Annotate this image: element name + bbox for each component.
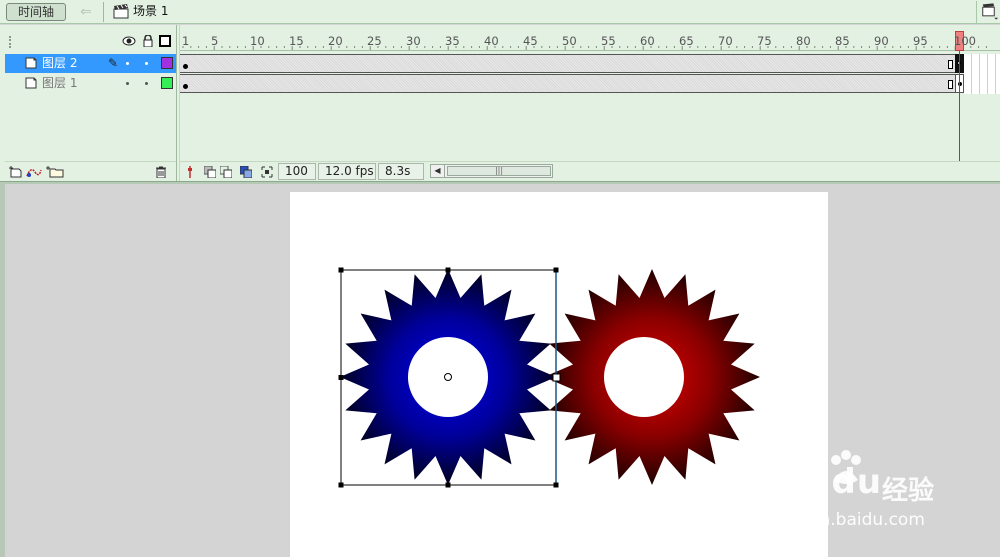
insert-layer-icon[interactable] — [9, 166, 23, 178]
layer-row-1[interactable]: 图层 1 — [5, 74, 176, 93]
timeline-toggle-button[interactable]: 时间轴 — [6, 3, 66, 21]
frame-rate-field[interactable]: 12.0 fps — [318, 163, 376, 180]
add-motion-guide-icon[interactable] — [26, 166, 42, 178]
layer-header — [5, 29, 176, 51]
frame-row-layer-1[interactable] — [180, 74, 955, 93]
layer-panel: 图层 2 ✎ 图层 1 — [5, 25, 176, 183]
watermark-suffix: 经验 — [882, 476, 935, 506]
lock-dot[interactable] — [145, 82, 148, 85]
left-arrow-icon[interactable]: ⇐ — [76, 3, 96, 21]
current-frame-field[interactable]: 100 — [278, 163, 316, 180]
delete-layer-icon[interactable] — [155, 166, 167, 178]
ruler-ticks — [182, 46, 987, 50]
eye-icon[interactable] — [122, 35, 136, 47]
layer-color-swatch[interactable] — [161, 57, 173, 69]
layer-icon — [25, 77, 37, 89]
center-frame-icon[interactable] — [184, 166, 196, 178]
insert-folder-icon[interactable] — [46, 166, 64, 178]
timeline-status-bar: 100 12.0 fps 8.3s ◀ ||| — [180, 161, 1000, 181]
layer-footer — [5, 161, 176, 181]
layer-name: 图层 2 — [42, 56, 78, 70]
keyframe-start[interactable] — [183, 64, 188, 69]
baidu-watermark: Baidu 经验 jingyan.baidu.com — [760, 450, 960, 540]
lock-dot[interactable] — [145, 62, 148, 65]
red-gear-hole — [604, 337, 684, 417]
outline-icon[interactable] — [159, 35, 171, 47]
transform-point-icon[interactable] — [444, 373, 452, 381]
resize-handle[interactable] — [553, 267, 559, 273]
resize-handle[interactable] — [445, 267, 451, 273]
scene-label[interactable]: 场景 1 — [133, 4, 168, 19]
grip-handle[interactable] — [9, 36, 13, 48]
elapsed-time-field: 8.3s — [378, 163, 424, 180]
lock-icon[interactable] — [142, 35, 154, 47]
frame-end-marker — [948, 80, 953, 89]
onion-skin-icon[interactable] — [204, 166, 216, 178]
keyframe-start[interactable] — [183, 84, 188, 89]
resize-handle[interactable] — [553, 482, 559, 488]
frame-ruler[interactable]: 1 5 10 15 20 25 30 35 40 45 50 55 60 65 … — [180, 29, 1000, 51]
timeline-toolbar: 时间轴 ⇐ 场景 1 — [0, 0, 1000, 24]
frame-area[interactable]: 1 5 10 15 20 25 30 35 40 45 50 55 60 65 … — [180, 25, 1000, 183]
playhead-line — [959, 51, 960, 161]
layer-color-swatch[interactable] — [161, 77, 173, 89]
scene-menu-icon[interactable] — [976, 1, 1000, 23]
resize-handle[interactable] — [338, 482, 344, 488]
edit-multiple-frames-icon[interactable] — [240, 166, 252, 178]
scrollbar-thumb[interactable]: ||| — [447, 166, 551, 176]
onion-skin-outlines-icon[interactable] — [220, 166, 232, 178]
watermark-url: jingyan.baidu.com — [768, 510, 925, 530]
clapper-icon — [113, 4, 129, 19]
tick-label: 100 — [954, 34, 976, 48]
frame-row-layer-2[interactable] — [180, 54, 955, 73]
visibility-dot[interactable] — [126, 62, 129, 65]
layer-name: 图层 1 — [42, 76, 78, 90]
stage-area[interactable]: Baidu 经验 jingyan.baidu.com — [0, 184, 1000, 557]
timeline-panel: 图层 2 ✎ 图层 1 1 5 10 15 20 25 30 35 40 45 … — [0, 25, 1000, 183]
watermark-brand: Baidu — [768, 462, 883, 502]
layer-row-2[interactable]: 图层 2 ✎ — [5, 54, 176, 73]
modify-markers-icon[interactable] — [261, 166, 273, 178]
resize-handle[interactable] — [445, 482, 451, 488]
frame-end-marker — [948, 60, 953, 69]
visibility-dot[interactable] — [126, 82, 129, 85]
horizontal-scrollbar[interactable]: ◀ ||| — [430, 164, 553, 178]
pencil-icon: ✎ — [108, 56, 119, 70]
toolbar-divider — [103, 2, 104, 22]
empty-frames[interactable] — [964, 54, 1000, 94]
layer-icon — [25, 57, 37, 69]
scroll-left-icon[interactable]: ◀ — [431, 165, 445, 177]
resize-handle[interactable] — [552, 373, 561, 382]
resize-handle[interactable] — [338, 375, 344, 380]
resize-handle[interactable] — [338, 267, 344, 273]
